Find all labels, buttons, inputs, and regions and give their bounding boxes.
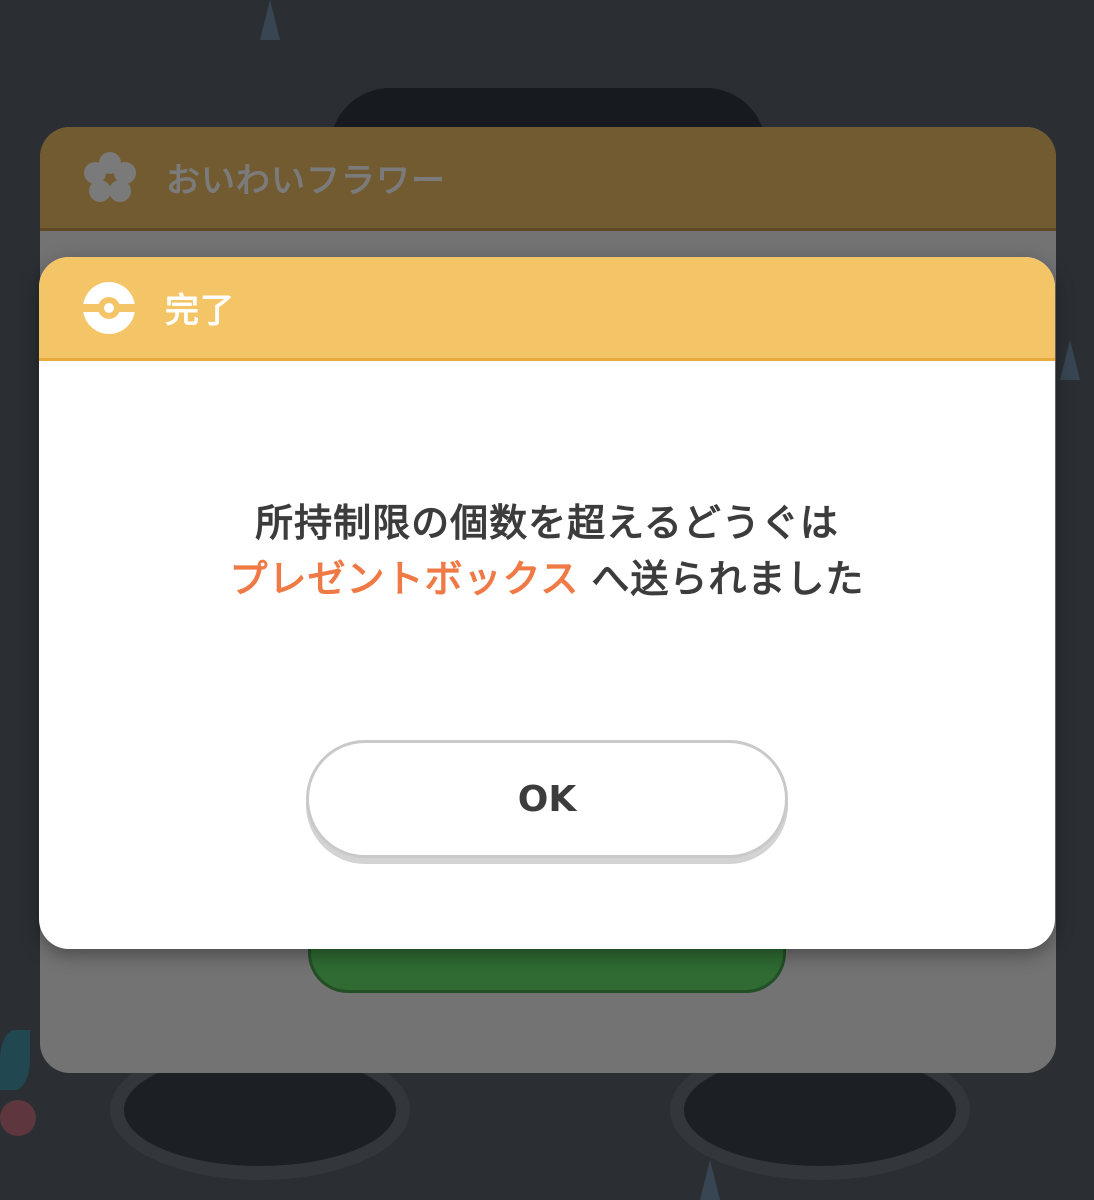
dialog-header: 完了 — [39, 257, 1055, 361]
background-leaf — [0, 1030, 30, 1090]
background-grass — [700, 1160, 720, 1200]
ok-button[interactable]: OK — [306, 740, 788, 858]
message-line-2-text: へ送られました — [591, 557, 865, 601]
background-grass — [1060, 340, 1080, 380]
completion-dialog: 完了 所持制限の個数を超えるどうぐは プレゼントボックス へ送られました OK — [39, 257, 1055, 949]
dialog-title: 完了 — [165, 291, 235, 331]
message-line-1: 所持制限の個数を超えるどうぐは — [255, 501, 839, 545]
pokeball-icon — [83, 281, 135, 334]
background-panel-title: おいわいフラワー — [166, 161, 446, 201]
flower-icon — [84, 151, 136, 204]
present-box-highlight: プレゼントボックス — [229, 557, 580, 601]
dialog-message: 所持制限の個数を超えるどうぐは プレゼントボックス へ送られました — [39, 495, 1055, 607]
message-line-2: プレゼントボックス へ送られました — [39, 551, 1055, 607]
background-flower — [0, 1100, 36, 1136]
background-grass — [260, 0, 280, 40]
background-panel-header: おいわいフラワー — [40, 127, 1056, 231]
